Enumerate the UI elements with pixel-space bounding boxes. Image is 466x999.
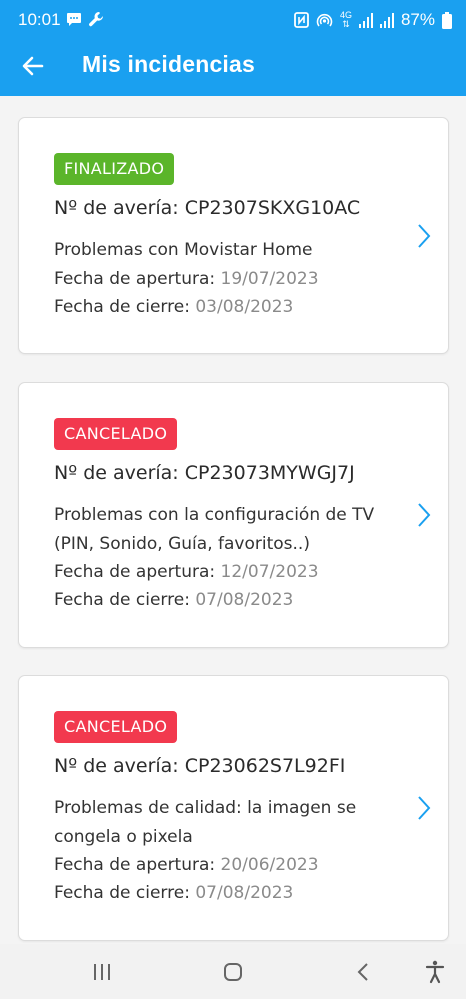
accessibility-icon[interactable]: [421, 958, 449, 986]
incident-description: Problemas con Movistar Home: [54, 240, 313, 260]
status-badge: FINALIZADO: [54, 153, 175, 185]
close-date-row: Fecha de cierre: 07/08/2023: [54, 586, 293, 614]
close-date-label: Fecha de cierre:: [54, 590, 190, 610]
chevron-right-icon[interactable]: [416, 795, 432, 821]
incident-reference: Nº de avería: CP2307SKXG10AC: [54, 197, 361, 219]
incident-description: Problemas con la configuración de TV: [54, 505, 375, 525]
open-date-label: Fecha de apertura:: [54, 269, 216, 289]
wrench-icon: [88, 11, 105, 28]
hotspot-icon: [316, 12, 333, 28]
incident-description-continued: congela o pixela: [54, 827, 193, 847]
close-date-value: 03/08/2023: [195, 297, 294, 317]
network-type: 4G ⇅: [339, 10, 352, 29]
app-bar: Mis incidencias: [0, 40, 466, 96]
incident-reference: Nº de avería: CP23073MYWGJ7J: [54, 462, 355, 484]
open-date-row: Fecha de apertura: 19/07/2023: [54, 265, 319, 293]
incident-card[interactable]: CANCELADO Nº de avería: CP23073MYWGJ7J P…: [18, 382, 449, 648]
open-date-label: Fecha de apertura:: [54, 562, 216, 582]
system-nav-bar: [0, 944, 466, 999]
signal-icon: [358, 12, 373, 28]
arrow-left-icon[interactable]: [20, 53, 46, 79]
chevron-right-icon[interactable]: [416, 223, 432, 249]
battery-icon: [442, 11, 452, 29]
close-date-value: 07/08/2023: [195, 590, 294, 610]
chevron-right-icon[interactable]: [416, 502, 432, 528]
page-title: Mis incidencias: [82, 51, 256, 77]
open-date-row: Fecha de apertura: 20/06/2023: [54, 851, 319, 879]
signal-icon: [379, 12, 394, 28]
incident-reference: Nº de avería: CP23062S7L92FI: [54, 755, 346, 777]
open-date-value: 12/07/2023: [220, 562, 319, 582]
status-badge: CANCELADO: [54, 418, 178, 450]
battery-level: 87%: [400, 10, 435, 29]
close-date-row: Fecha de cierre: 03/08/2023: [54, 293, 293, 321]
status-time: 10:01: [18, 10, 61, 29]
incident-description-continued: (PIN, Sonido, Guía, favoritos..): [54, 534, 310, 554]
incident-description: Problemas de calidad: la imagen se: [54, 798, 357, 818]
status-badge: CANCELADO: [54, 711, 178, 743]
open-date-value: 20/06/2023: [220, 855, 319, 875]
incident-card[interactable]: CANCELADO Nº de avería: CP23062S7L92FI P…: [18, 675, 449, 941]
recent-apps-icon[interactable]: [88, 958, 116, 986]
data-arrows-icon: ⇅: [342, 19, 350, 29]
open-date-label: Fecha de apertura:: [54, 855, 216, 875]
nfc-icon: [294, 12, 309, 28]
home-icon[interactable]: [219, 958, 247, 986]
open-date-value: 19/07/2023: [220, 269, 319, 289]
close-date-label: Fecha de cierre:: [54, 883, 190, 903]
status-bar: 10:01 4G ⇅ 87%: [0, 0, 466, 40]
close-date-label: Fecha de cierre:: [54, 297, 190, 317]
back-icon[interactable]: [350, 958, 378, 986]
close-date-value: 07/08/2023: [195, 883, 294, 903]
close-date-row: Fecha de cierre: 07/08/2023: [54, 879, 293, 907]
message-icon: [66, 11, 82, 28]
open-date-row: Fecha de apertura: 12/07/2023: [54, 558, 319, 586]
incident-card[interactable]: FINALIZADO Nº de avería: CP2307SKXG10AC …: [18, 117, 449, 354]
